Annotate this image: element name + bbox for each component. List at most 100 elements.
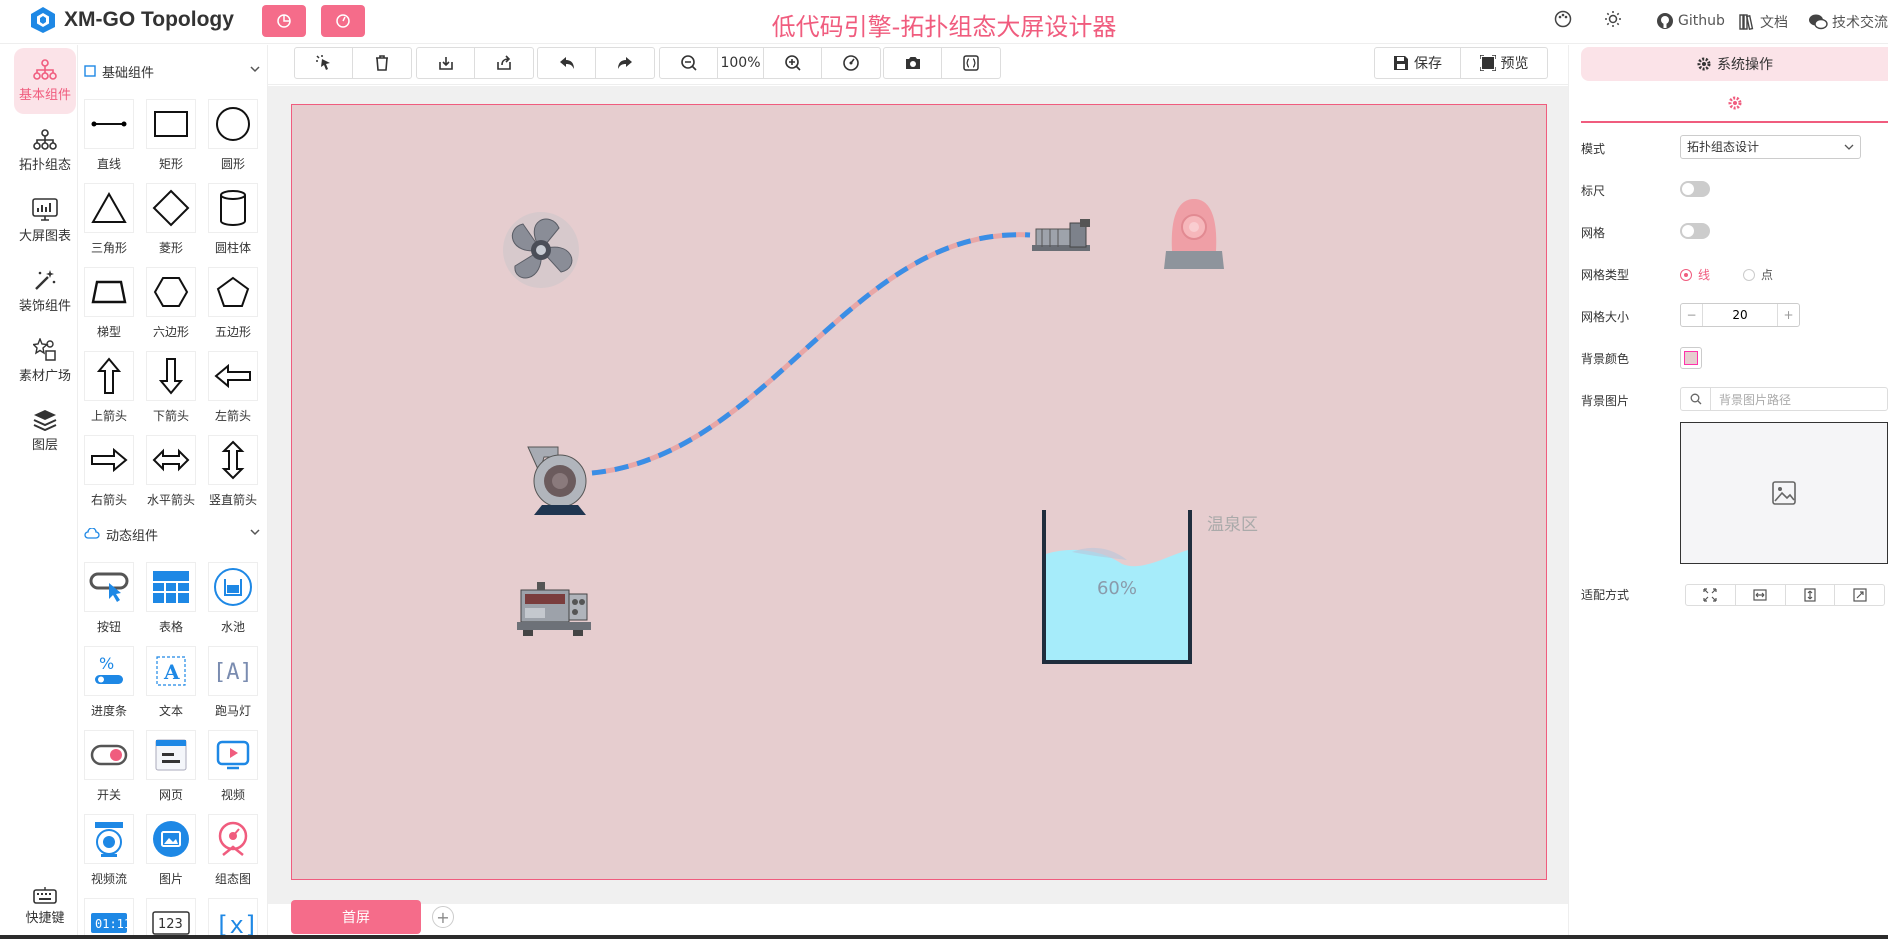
- sun-icon[interactable]: [1604, 10, 1622, 28]
- component-marquee[interactable]: [A] 跑马灯: [205, 646, 261, 726]
- decrement-button[interactable]: −: [1681, 304, 1703, 326]
- reset-zoom-button[interactable]: [822, 48, 880, 78]
- component-video-stream[interactable]: 视频流: [81, 814, 137, 894]
- component-up-arrow[interactable]: 上箭头: [81, 351, 137, 431]
- component-diamond[interactable]: 菱形: [143, 183, 199, 263]
- click-button-icon: [89, 572, 129, 602]
- tank-water-fill: [1046, 549, 1188, 660]
- compressor-icon[interactable]: [1030, 217, 1094, 257]
- bg-image-upload[interactable]: [1680, 422, 1888, 564]
- component-variable[interactable]: [x]: [205, 898, 261, 935]
- grid-size-value[interactable]: 20: [1703, 304, 1777, 326]
- axial-fan-icon[interactable]: [501, 210, 581, 290]
- zoom-out-button[interactable]: [660, 48, 718, 78]
- component-trapezoid[interactable]: 梯型: [81, 267, 137, 347]
- ruler-toggle[interactable]: [1680, 181, 1710, 197]
- zoom-in-button[interactable]: [764, 48, 822, 78]
- undo-button[interactable]: [538, 48, 596, 78]
- bg-image-input[interactable]: 背景图片路径: [1680, 387, 1888, 411]
- webpage-icon: [155, 739, 187, 771]
- component-down-arrow[interactable]: 下箭头: [143, 351, 199, 431]
- component-pool[interactable]: 水池: [205, 562, 261, 642]
- fit-stretch-button[interactable]: [1835, 585, 1884, 605]
- component-switch[interactable]: 开关: [81, 730, 137, 810]
- component-webpage[interactable]: 网页: [143, 730, 199, 810]
- settings-tab[interactable]: [1581, 85, 1888, 123]
- grid-type-line-radio[interactable]: 线: [1680, 266, 1710, 283]
- select-button[interactable]: [295, 48, 353, 78]
- theme-palette-icon[interactable]: [1554, 10, 1572, 28]
- rail-item-materials[interactable]: 素材广场: [14, 328, 76, 394]
- basic-group-header[interactable]: 基础组件: [84, 59, 262, 83]
- redo-button[interactable]: [596, 48, 654, 78]
- fit-width-button[interactable]: [1736, 585, 1786, 605]
- toggle-switch-icon: [90, 744, 128, 766]
- rail-item-decoration[interactable]: 装饰组件: [14, 258, 76, 324]
- rail-item-basic[interactable]: 基本组件: [14, 48, 76, 114]
- system-operations-header[interactable]: 系统操作: [1581, 47, 1888, 81]
- centrifugal-blower-icon[interactable]: [524, 439, 592, 515]
- component-config-chart[interactable]: 组态图: [205, 814, 261, 894]
- component-progress[interactable]: % 进度条: [81, 646, 137, 726]
- increment-button[interactable]: +: [1777, 304, 1799, 326]
- code-button[interactable]: [942, 48, 1000, 78]
- component-pentagon[interactable]: 五边形: [205, 267, 261, 347]
- component-right-arrow[interactable]: 右箭头: [81, 435, 137, 515]
- arrow-left-icon: [214, 364, 251, 388]
- component-hexagon[interactable]: 六边形: [143, 267, 199, 347]
- component-circle[interactable]: 圆形: [205, 99, 261, 179]
- component-timer[interactable]: 01:11: [81, 898, 137, 935]
- rail-item-layers[interactable]: 图层: [14, 398, 76, 464]
- grid-type-dot-radio[interactable]: 点: [1743, 266, 1773, 283]
- export-button[interactable]: [475, 48, 533, 78]
- gauge-chart-icon: [218, 821, 248, 856]
- component-text[interactable]: A 文本: [143, 646, 199, 726]
- component-image[interactable]: 图片: [143, 814, 199, 894]
- component-line[interactable]: 直线: [81, 99, 137, 179]
- pipeline-connector[interactable]: [292, 105, 1548, 881]
- component-left-arrow[interactable]: 左箭头: [205, 351, 261, 431]
- bg-image-label: 背景图片: [1581, 394, 1630, 408]
- fit-contain-button[interactable]: [1686, 585, 1736, 605]
- rail-item-charts[interactable]: 大屏图表: [14, 188, 76, 254]
- fit-height-button[interactable]: [1786, 585, 1836, 605]
- component-triangle[interactable]: 三角形: [81, 183, 137, 263]
- component-h-arrow[interactable]: 水平箭头: [143, 435, 199, 515]
- save-button[interactable]: 保存: [1375, 48, 1461, 78]
- docs-link[interactable]: 文档: [1738, 12, 1788, 32]
- grid-size-stepper[interactable]: − 20 +: [1680, 303, 1800, 327]
- water-tank[interactable]: 60%: [1042, 510, 1192, 665]
- component-number[interactable]: 123: [143, 898, 199, 935]
- mode-select[interactable]: 拓扑组态设计: [1680, 135, 1861, 159]
- community-link[interactable]: 技术交流: [1808, 12, 1888, 32]
- chevron-down-icon: [250, 66, 260, 73]
- component-rect[interactable]: 矩形: [143, 99, 199, 179]
- zoom-level[interactable]: 100%: [718, 48, 764, 78]
- tank-label: 温泉区: [1207, 515, 1258, 535]
- rail-item-topology[interactable]: 拓扑组态: [14, 118, 76, 184]
- ruler-label: 标尺: [1581, 184, 1606, 198]
- component-video[interactable]: 视频: [205, 730, 261, 810]
- bg-color-picker[interactable]: [1680, 347, 1702, 369]
- page-tab-home[interactable]: 首屏: [291, 900, 421, 934]
- alarm-beacon-icon[interactable]: [1158, 193, 1230, 273]
- grid-toggle[interactable]: [1680, 223, 1710, 239]
- import-icon: [438, 57, 453, 70]
- component-v-arrow[interactable]: 竖直箭头: [205, 435, 261, 515]
- component-cylinder[interactable]: 圆柱体: [205, 183, 261, 263]
- water-pool-icon: [214, 568, 252, 606]
- import-button[interactable]: [417, 48, 475, 78]
- component-table[interactable]: 表格: [143, 562, 199, 642]
- component-button[interactable]: 按钮: [81, 562, 137, 642]
- preview-button[interactable]: 预览: [1461, 48, 1547, 78]
- rail-item-shortcuts[interactable]: 快捷键: [14, 873, 76, 939]
- add-page-button[interactable]: +: [432, 906, 454, 928]
- toolbar-misc-group: [883, 47, 1001, 79]
- github-link[interactable]: Github: [1656, 12, 1725, 30]
- delete-button[interactable]: [353, 48, 411, 78]
- dynamic-group-header[interactable]: 动态组件: [84, 522, 262, 546]
- components-icon: [33, 59, 57, 80]
- chiller-unit-icon[interactable]: [517, 580, 591, 638]
- design-canvas[interactable]: 60% 温泉区: [291, 104, 1547, 880]
- screenshot-button[interactable]: [884, 48, 942, 78]
